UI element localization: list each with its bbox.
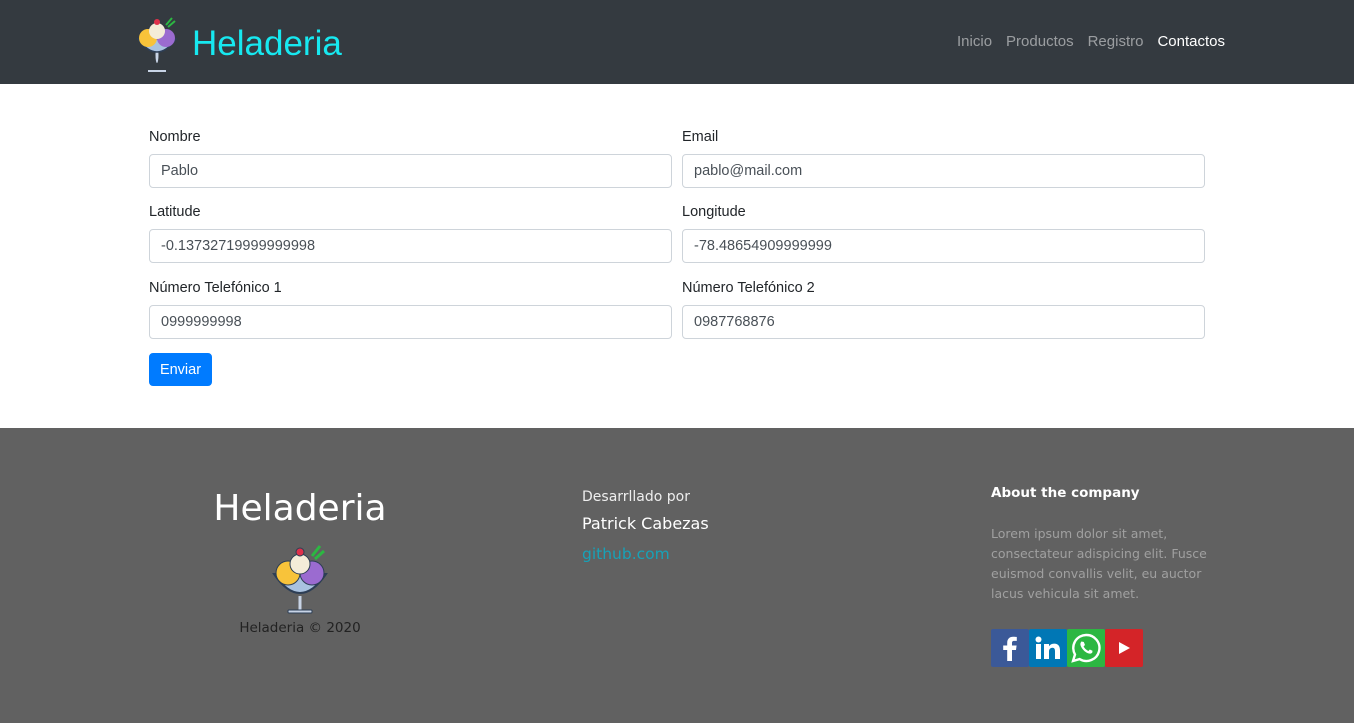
footer-copyright: Heladeria © 2020 bbox=[239, 620, 361, 636]
telefono1-input[interactable] bbox=[149, 305, 672, 339]
whatsapp-icon bbox=[1071, 633, 1101, 663]
developer-label: Desarrllado por bbox=[582, 489, 691, 505]
footer-about: About the company Lorem ipsum dolor sit … bbox=[991, 484, 1231, 667]
telefono2-input[interactable] bbox=[682, 305, 1205, 339]
nav-menu: Inicio Productos Registro Contactos bbox=[950, 33, 1225, 51]
telefono1-label: Número Telefónico 1 bbox=[149, 280, 282, 296]
ice-cream-logo-icon bbox=[272, 545, 328, 614]
navbar: Heladeria Inicio Productos Registro Cont… bbox=[0, 0, 1354, 84]
youtube-button[interactable] bbox=[1105, 629, 1143, 667]
footer-developer: Desarrllado por Patrick Cabezas github.c… bbox=[582, 488, 709, 564]
email-input[interactable] bbox=[682, 154, 1205, 188]
brand-name: Heladeria bbox=[192, 23, 342, 63]
linkedin-button[interactable] bbox=[1029, 629, 1067, 667]
facebook-button[interactable] bbox=[991, 629, 1029, 667]
latitude-input[interactable] bbox=[149, 229, 672, 263]
facebook-icon bbox=[1003, 636, 1017, 661]
social-links bbox=[991, 629, 1231, 667]
youtube-icon bbox=[1119, 642, 1130, 654]
footer: Heladeria Heladeria © 2020 Desarrllado p… bbox=[0, 428, 1354, 723]
ice-cream-logo-icon bbox=[136, 17, 178, 72]
telefono2-label: Número Telefónico 2 bbox=[682, 280, 815, 296]
enviar-button[interactable]: Enviar bbox=[149, 353, 212, 386]
whatsapp-button[interactable] bbox=[1067, 629, 1105, 667]
nav-link-contactos[interactable]: Contactos bbox=[1150, 33, 1225, 51]
longitude-input[interactable] bbox=[682, 229, 1205, 263]
latitude-label: Latitude bbox=[149, 204, 201, 220]
nombre-label: Nombre bbox=[149, 129, 201, 145]
about-text: Lorem ipsum dolor sit amet, consectateur… bbox=[991, 526, 1207, 601]
footer-brand: Heladeria Heladeria © 2020 bbox=[200, 488, 400, 636]
github-link[interactable]: github.com bbox=[582, 544, 709, 564]
longitude-label: Longitude bbox=[682, 204, 746, 220]
nav-link-registro[interactable]: Registro bbox=[1081, 33, 1151, 51]
about-title: About the company bbox=[991, 485, 1140, 501]
developer-name: Patrick Cabezas bbox=[582, 514, 709, 533]
footer-title: Heladeria bbox=[213, 488, 387, 529]
nav-link-productos[interactable]: Productos bbox=[999, 33, 1081, 51]
email-label: Email bbox=[682, 129, 719, 145]
nombre-input[interactable] bbox=[149, 154, 672, 188]
linkedin-icon bbox=[1035, 636, 1060, 659]
nav-link-inicio[interactable]: Inicio bbox=[950, 33, 999, 51]
navbar-brand[interactable]: Heladeria bbox=[134, 13, 342, 73]
